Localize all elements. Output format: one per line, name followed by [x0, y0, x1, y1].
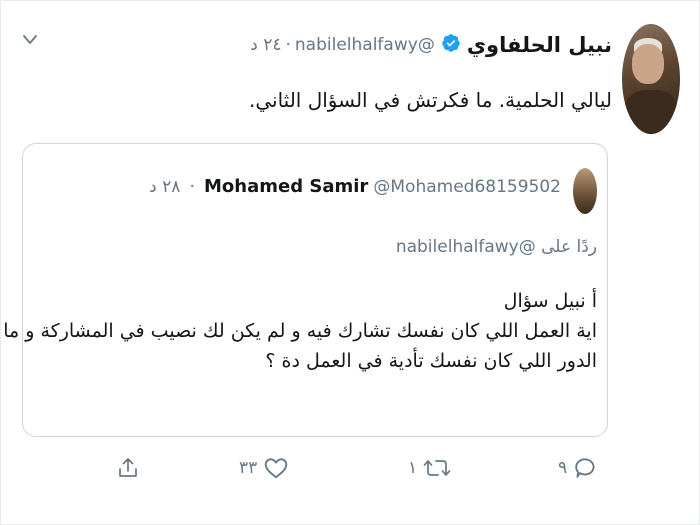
quoted-text-line: أ نبيل سؤال	[503, 290, 597, 312]
replying-to-mention[interactable]: @nabilelhalfawy	[396, 237, 536, 257]
replying-to-label: ردًا على	[541, 237, 597, 257]
like-count: ٣٣	[239, 458, 258, 478]
retweet-count: ١	[408, 458, 418, 478]
quoted-tweet-time[interactable]: ٢٨ د	[149, 177, 180, 197]
tweet-time[interactable]: ٢٤ د	[250, 35, 281, 55]
retweet-button[interactable]: ١	[408, 455, 451, 481]
quoted-tweet[interactable]: Mohamed Samir @Mohamed68159502 · ٢٨ د رد…	[3, 143, 608, 437]
author-avatar[interactable]	[622, 24, 680, 134]
quoted-author-avatar[interactable]	[573, 168, 597, 214]
tweet-text: ليالي الحلمية. ما فكرتش في السؤال الثاني…	[248, 88, 612, 112]
author-handle[interactable]: @nabilelhalfawy	[295, 35, 435, 55]
share-button[interactable]	[116, 455, 140, 481]
quoted-author-handle[interactable]: @Mohamed68159502	[373, 177, 561, 197]
retweet-icon	[423, 455, 451, 481]
quoted-tweet-header: Mohamed Samir @Mohamed68159502 · ٢٨ د	[149, 176, 565, 197]
action-bar: ٩ ١ ٣٣	[0, 455, 700, 495]
share-icon	[116, 455, 140, 481]
chevron-down-icon[interactable]	[22, 32, 38, 52]
heart-icon	[263, 455, 289, 481]
quoted-author-name[interactable]: Mohamed Samir	[204, 176, 368, 197]
replying-to: ردًا على @nabilelhalfawy	[396, 237, 597, 257]
tweet-header: نبيل الحلفاوي @nabilelhalfawy · ٢٤ د	[250, 33, 612, 57]
author-name[interactable]: نبيل الحلفاوي	[467, 33, 612, 57]
quoted-tweet-text: أ نبيل سؤال اية العمل اللي كان نفسك تشار…	[3, 286, 597, 376]
quoted-text-line: اية العمل اللي كان نفسك تشارك فيه و لم ي…	[3, 320, 597, 342]
verified-badge-icon	[441, 33, 461, 57]
quoted-separator-dot: ·	[189, 177, 195, 197]
separator-dot: ·	[285, 35, 291, 55]
avatar-body	[624, 90, 678, 134]
reply-button[interactable]: ٩	[558, 455, 599, 481]
reply-count: ٩	[558, 458, 568, 478]
like-button[interactable]: ٣٣	[239, 455, 289, 481]
reply-icon	[573, 455, 599, 481]
avatar-face	[632, 44, 664, 84]
quoted-text-line: الدور اللي كان نفسك تأدية في العمل دة ؟	[265, 350, 597, 372]
